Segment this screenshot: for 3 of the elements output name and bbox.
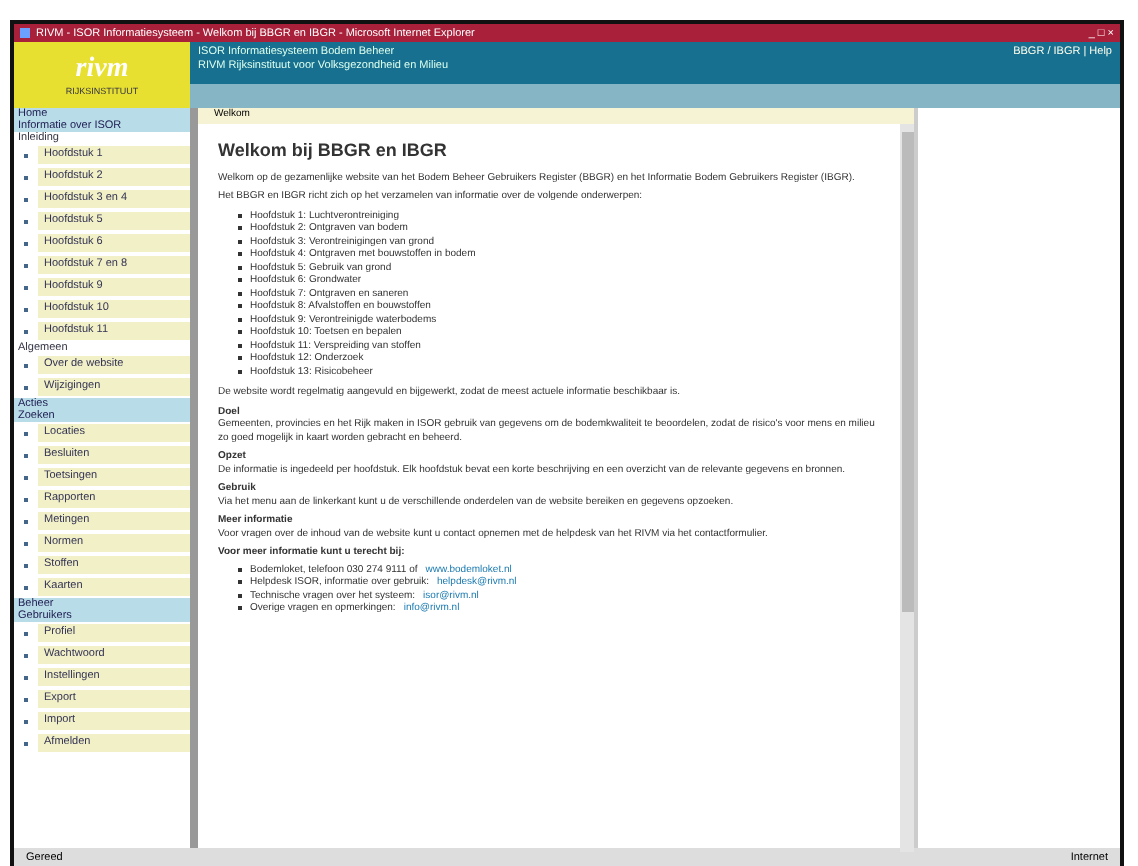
page-heading: Welkom bij BBGR en IBGR [218, 140, 449, 164]
scrollbar[interactable] [900, 124, 914, 852]
browser-icon [20, 28, 30, 38]
